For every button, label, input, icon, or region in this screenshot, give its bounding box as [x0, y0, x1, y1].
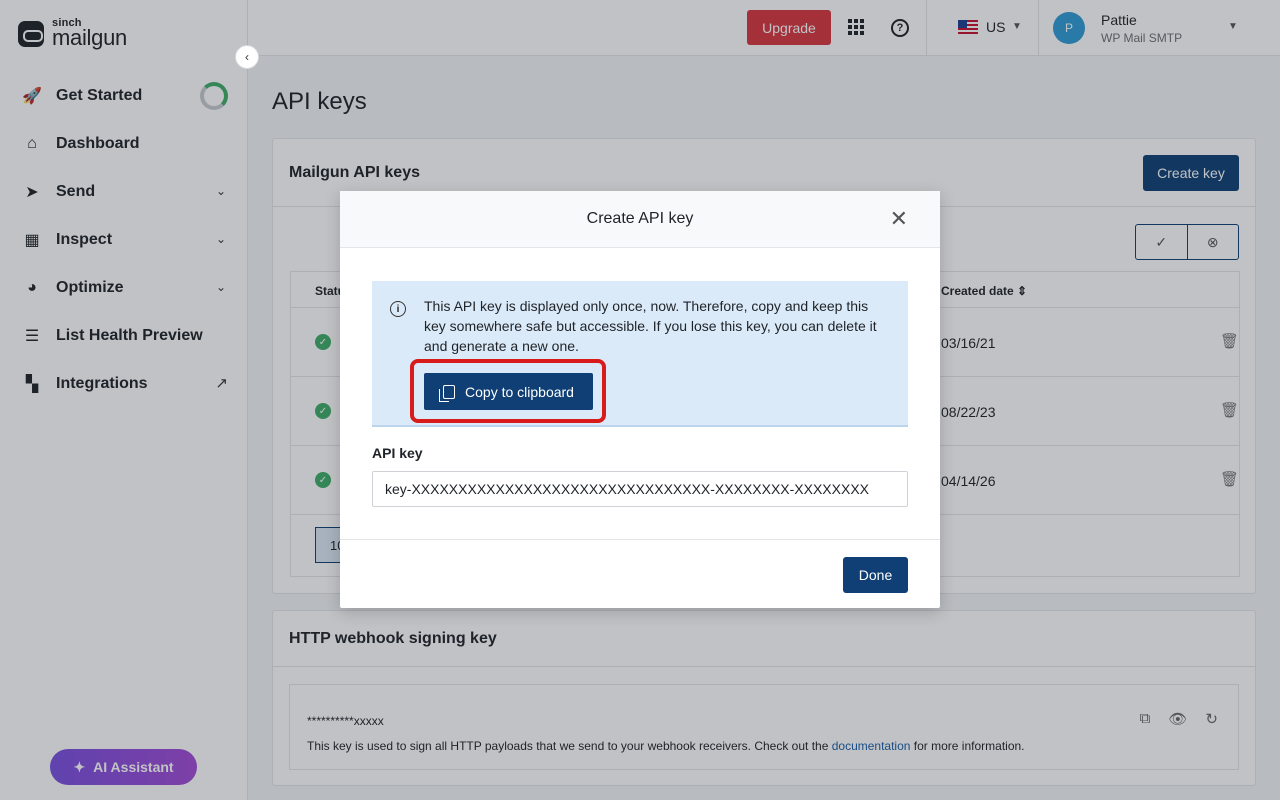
- close-icon[interactable]: ✕: [890, 208, 908, 230]
- modal-footer: Done: [340, 539, 940, 608]
- modal-title: Create API key: [586, 210, 694, 227]
- create-api-key-modal: Create API key ✕ i This API key is displ…: [340, 191, 940, 608]
- api-key-field[interactable]: [372, 471, 908, 507]
- info-icon: i: [390, 301, 406, 317]
- copy-to-clipboard-button[interactable]: Copy to clipboard: [424, 373, 593, 410]
- chevron-left-icon: ‹: [245, 50, 249, 64]
- copy-button-label: Copy to clipboard: [465, 383, 574, 400]
- done-button[interactable]: Done: [843, 557, 908, 593]
- info-text: This API key is displayed only once, now…: [424, 298, 877, 354]
- copy-icon: [439, 384, 456, 402]
- api-key-label: API key: [372, 445, 423, 461]
- info-banner: i This API key is displayed only once, n…: [372, 281, 908, 427]
- collapse-sidebar-button[interactable]: ‹: [235, 45, 259, 69]
- modal-header: Create API key ✕: [340, 191, 940, 248]
